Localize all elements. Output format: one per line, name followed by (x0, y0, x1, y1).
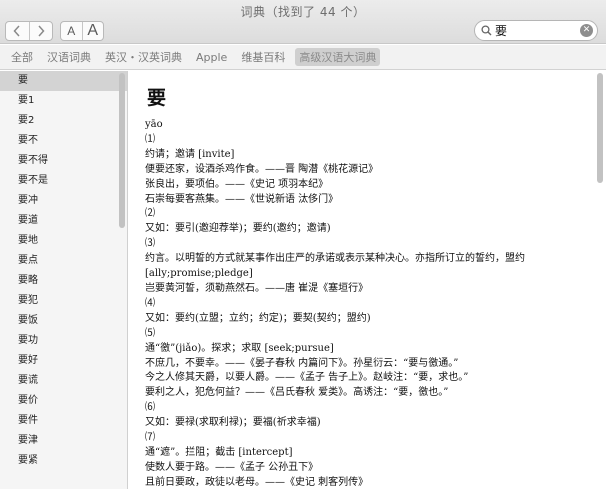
sidebar-scrollbar[interactable] (119, 73, 125, 228)
list-item[interactable]: 要不 (0, 131, 127, 151)
sense-number: ⑵ (145, 208, 155, 220)
list-item[interactable]: 要不是 (0, 171, 127, 191)
list-item[interactable]: 要紧 (0, 451, 127, 471)
definition-line: 约言。以明誓的方式就某事作出庄严的承诺或表示某种决心。亦指所订立的誓约，盟约 (145, 253, 525, 265)
list-item[interactable]: 要谎 (0, 371, 127, 391)
forward-button[interactable] (28, 22, 53, 40)
definition-line: 通“徼”(jiǎo)。探求；求取 [seek;pursue] (145, 342, 334, 354)
example-line: 岂要黄河誓，须勒燕然石。——唐 崔湜《塞垣行》 (145, 282, 369, 294)
list-item[interactable]: 要好 (0, 351, 127, 371)
example-line: 要利之人，犯危何益？——《吕氏春秋 爱类》。高诱注：“要，徼也。” (145, 387, 449, 399)
window-title: 词典（找到了 44 个） (240, 5, 366, 19)
list-item[interactable]: 要略 (0, 271, 127, 291)
word-list: 要 要1 要2 要不 要不得 要不是 要冲 要道 要地 要点 要略 要犯 要饭 … (0, 71, 128, 489)
example-line: 便要还家，设酒杀鸡作食。——晋 陶潜《桃花源记》 (145, 163, 379, 175)
definition-line: 又如：要引(邀迎荐举)；要约(邀约；邀请) (145, 223, 331, 235)
list-item[interactable]: 要 (0, 71, 127, 91)
tab-english-chinese-dictionary[interactable]: 英汉・汉英词典 (101, 48, 186, 66)
list-item[interactable]: 要不得 (0, 151, 127, 171)
search-field[interactable]: ✕ (474, 20, 598, 41)
font-size-buttons: A A (60, 21, 104, 41)
list-item[interactable]: 要道 (0, 211, 127, 231)
list-item[interactable]: 要点 (0, 251, 127, 271)
definition-line: 约请；邀请 [invite] (145, 148, 235, 160)
sense-number: ⑺ (145, 432, 155, 444)
search-icon (481, 25, 492, 36)
definition-line: 通“遮”。拦阻；截击 [intercept] (145, 446, 293, 458)
example-line: 且前日要政，政徒以老母。——《史记 刺客列传》 (145, 476, 369, 488)
decrease-font-button[interactable]: A (61, 22, 82, 40)
list-item[interactable]: 要饭 (0, 311, 127, 331)
tab-wikipedia[interactable]: 维基百科 (237, 48, 289, 66)
chevron-left-icon (13, 25, 20, 37)
list-item[interactable]: 要犯 (0, 291, 127, 311)
chevron-right-icon (38, 25, 45, 37)
entry-body: yāo ⑴ 约请；邀请 [invite] 便要还家，设酒杀鸡作食。——晋 陶潜《… (145, 118, 590, 489)
sense-number: ⑴ (145, 133, 155, 145)
sense-number: ⑹ (145, 402, 155, 414)
definition-line: [ally;promise;pledge] (145, 268, 253, 280)
list-item[interactable]: 要冲 (0, 191, 127, 211)
sense-number: ⑷ (145, 297, 155, 309)
tab-all[interactable]: 全部 (7, 48, 37, 66)
list-item[interactable]: 要价 (0, 391, 127, 411)
example-line: 今之人修其天爵，以要人爵。——《孟子 告子上》。赵岐注：“要，求也。” (145, 372, 469, 384)
definition-line: 又如：要禄(求取利禄)；要福(祈求幸福) (145, 417, 321, 429)
list-item[interactable]: 要功 (0, 331, 127, 351)
example-line: 不庶几，不要幸。——《晏子春秋 内篇问下》。孙星衍云：“要与徼通。” (145, 357, 459, 369)
list-item[interactable]: 要津 (0, 431, 127, 451)
navigation-buttons (5, 21, 53, 41)
increase-font-button[interactable]: A (81, 22, 104, 40)
sense-number: ⑸ (145, 327, 155, 339)
content-scrollbar[interactable] (597, 73, 603, 183)
example-line: 张良出，要项伯。——《史记 项羽本纪》 (145, 178, 329, 190)
example-line: 使数人要于路。——《孟子 公孙丑下》 (145, 461, 319, 473)
toolbar: 词典（找到了 44 个） A A ✕ (0, 0, 606, 44)
search-input[interactable] (495, 23, 580, 38)
entry-pane: 要 yāo ⑴ 约请；邀请 [invite] 便要还家，设酒杀鸡作食。——晋 陶… (129, 71, 606, 489)
dictionary-source-tabs: 全部 汉语词典 英汉・汉英词典 Apple 维基百科 高级汉语大词典 (0, 45, 606, 70)
example-line: 石崇每要客燕集。——《世说新语 汰侈门》 (145, 193, 339, 205)
sense-number: ⑶ (145, 238, 155, 250)
tab-advanced-chinese-dictionary[interactable]: 高级汉语大词典 (295, 48, 381, 66)
definition-line: 又如：要约(立盟；立约；约定)；要契(契约；盟约) (145, 312, 371, 324)
tab-apple[interactable]: Apple (192, 50, 231, 65)
list-item[interactable]: 要1 (0, 91, 127, 111)
list-item[interactable]: 要2 (0, 111, 127, 131)
entry-headword: 要 (147, 87, 167, 109)
back-button[interactable] (6, 22, 29, 40)
clear-search-icon[interactable]: ✕ (580, 24, 593, 37)
list-item[interactable]: 要地 (0, 231, 127, 251)
list-item[interactable]: 要件 (0, 411, 127, 431)
tab-chinese-dictionary[interactable]: 汉语词典 (43, 48, 95, 66)
pinyin: yāo (145, 119, 163, 130)
